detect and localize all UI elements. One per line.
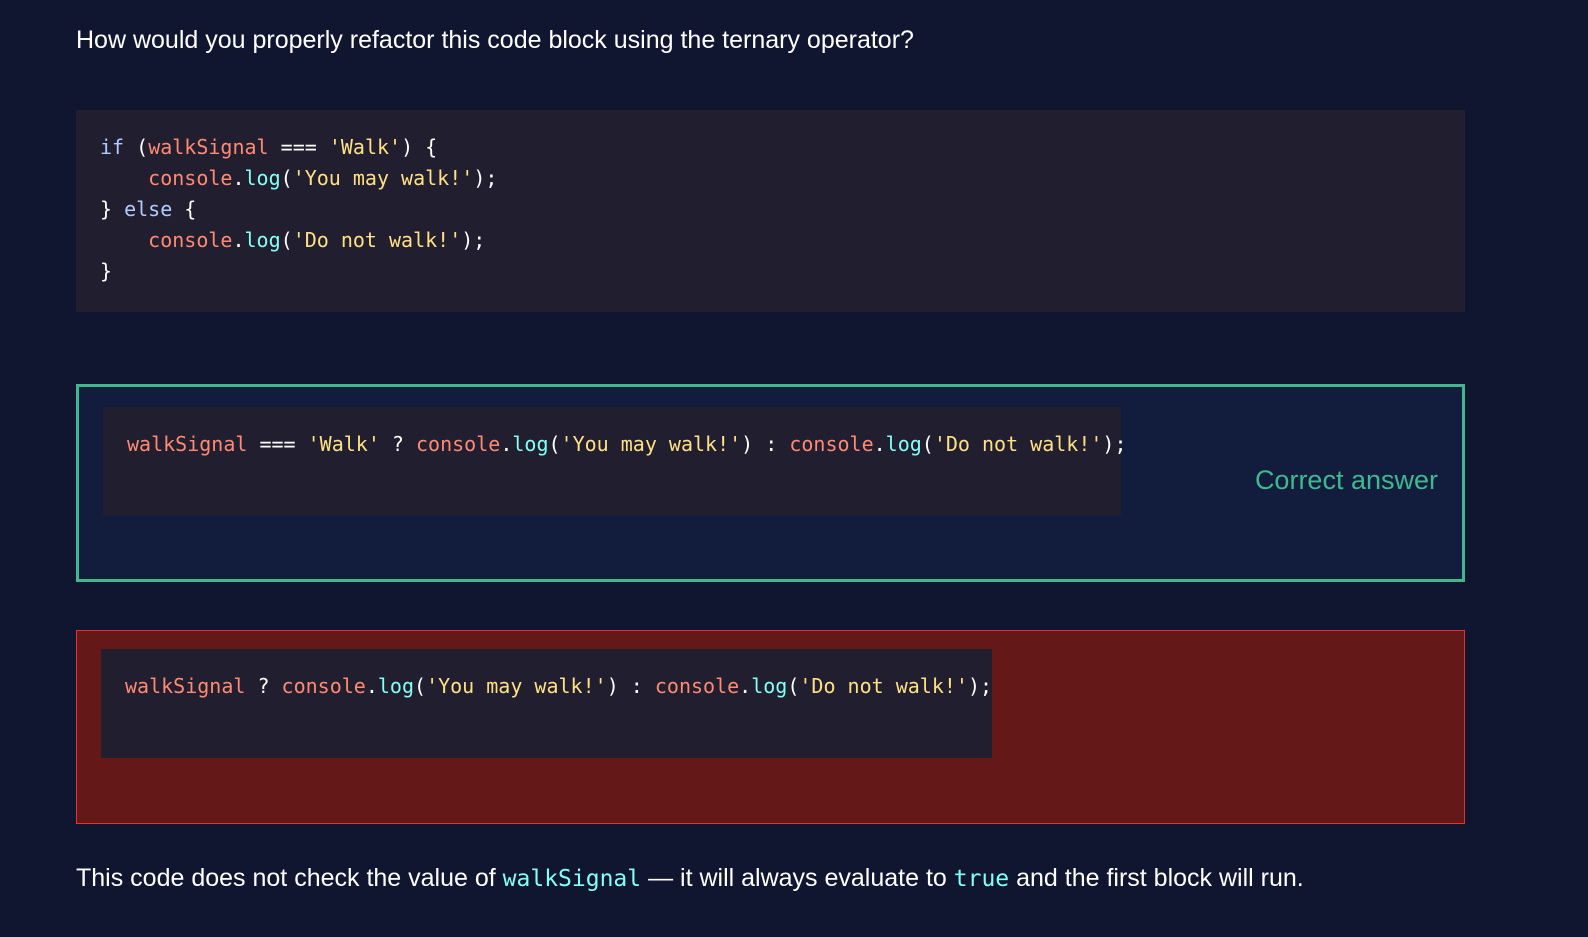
code-token: ( <box>548 432 561 456</box>
code-token: ( <box>787 674 800 698</box>
code-token: ( <box>280 166 293 190</box>
code-line-5: } <box>100 259 112 283</box>
code-token: ( <box>414 674 427 698</box>
code-token: console <box>281 674 366 698</box>
code-token: . <box>232 228 245 252</box>
code-token: ); <box>1102 432 1127 456</box>
code-token: log <box>512 432 549 456</box>
code-token: 'Do not walk!' <box>933 432 1103 456</box>
code-token: 'Walk' <box>307 432 380 456</box>
code-token: log <box>377 674 415 698</box>
code-token: ? <box>379 432 417 456</box>
code-token: ); <box>461 228 486 252</box>
answer-code: walkSignal ? console.log('You may walk!'… <box>101 649 992 758</box>
correct-answer-label: Correct answer <box>1254 465 1438 495</box>
code-token: ? <box>245 674 282 698</box>
code-line-2: console.log('You may walk!'); <box>100 166 497 190</box>
code-token: 'You may walk!' <box>426 674 607 698</box>
code-token: console <box>789 432 874 456</box>
explanation-text: This code does not check the value of <box>76 864 503 892</box>
code-token: console <box>416 432 501 456</box>
code-token: === <box>247 432 308 456</box>
code-token: log <box>244 228 281 252</box>
explanation-text: and the first block will run. <box>1009 864 1304 892</box>
code-token: } <box>100 197 125 221</box>
code-token: console <box>148 166 233 190</box>
code-token: ) : <box>741 432 790 456</box>
code-token: { <box>172 197 197 221</box>
answer-option-correct[interactable]: walkSignal === 'Walk' ? console.log('You… <box>76 384 1465 582</box>
code-token: . <box>365 674 378 698</box>
answer-code: walkSignal === 'Walk' ? console.log('You… <box>103 407 1127 516</box>
code-token: console <box>148 228 233 252</box>
code-token: . <box>739 674 752 698</box>
code-token: ( <box>280 228 293 252</box>
code-token: else <box>124 197 173 221</box>
code-token: walkSignal <box>127 432 248 456</box>
code-token: ( <box>124 135 149 159</box>
code-token: . <box>500 432 513 456</box>
code-token: ) : <box>606 674 655 698</box>
code-token: . <box>873 432 886 456</box>
code-token: console <box>654 674 740 698</box>
code-token: walkSignal <box>125 674 246 698</box>
code-token: log <box>751 674 788 698</box>
code-token: } <box>100 259 113 283</box>
code-token: ); <box>473 166 498 190</box>
code-line-1: if (walkSignal === 'Walk') { <box>100 135 437 159</box>
code-token: 'Walk' <box>328 135 402 159</box>
code-token: 'Do not walk!' <box>292 228 462 252</box>
code-token: 'Do not walk!' <box>799 674 968 698</box>
inline-code: true <box>953 866 1010 892</box>
code-token: 'You may walk!' <box>292 166 474 190</box>
code-token: ( <box>921 432 934 456</box>
code-token: ); <box>967 674 993 698</box>
code-token: . <box>232 166 245 190</box>
code-line-4: console.log('Do not walk!'); <box>100 228 485 252</box>
answer-explanation: This code does not check the value of wa… <box>76 860 1304 897</box>
code-token: === <box>268 135 329 159</box>
code-token: log <box>244 166 281 190</box>
inline-code: walkSignal <box>502 866 642 892</box>
code-token: if <box>100 135 125 159</box>
code-token: log <box>885 432 922 456</box>
code-line-3: } else { <box>100 197 196 221</box>
code-block: if (walkSignal === 'Walk') { console.log… <box>76 110 1465 312</box>
code-token: ) { <box>401 135 438 159</box>
code-token: 'You may walk!' <box>560 432 742 456</box>
code-token: walkSignal <box>148 135 269 159</box>
answer-option-incorrect[interactable]: walkSignal ? console.log('You may walk!'… <box>76 630 1465 824</box>
question-text: How would you properly refactor this cod… <box>76 26 914 54</box>
explanation-text: — it will always evaluate to <box>641 864 954 892</box>
